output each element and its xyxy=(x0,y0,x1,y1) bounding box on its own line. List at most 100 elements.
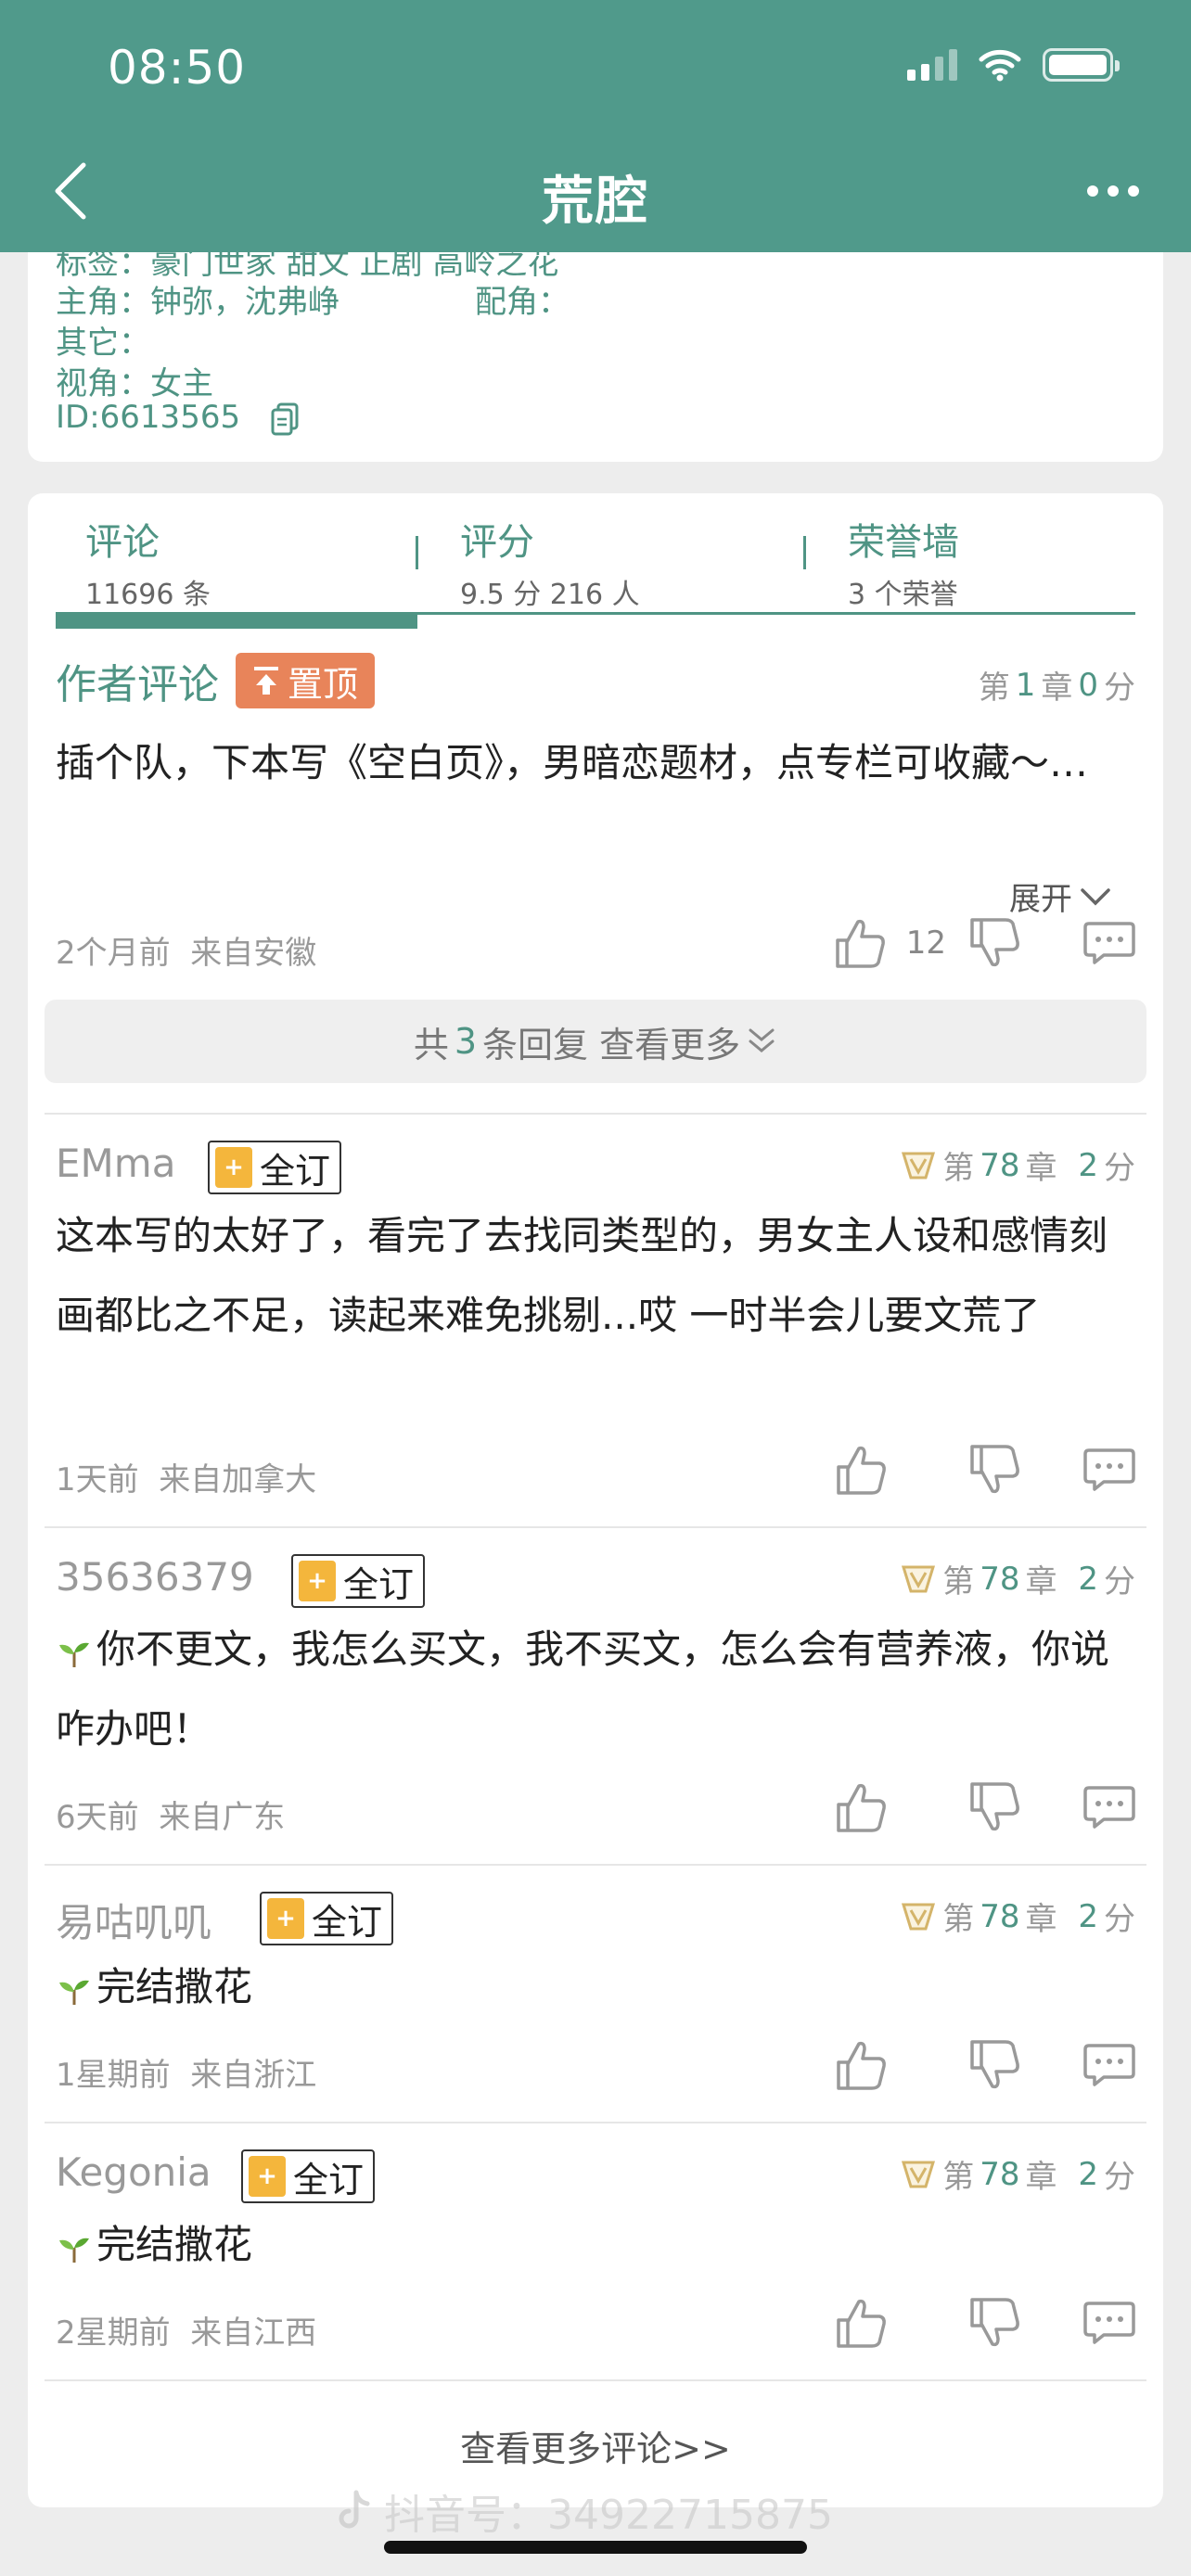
tab-label: 荣誉墙 xyxy=(848,521,959,564)
commenter-name[interactable]: 易咕叽叽 xyxy=(56,1892,211,1948)
lead-roles: 主角：钟弥，沈弗峥 xyxy=(56,276,339,322)
thumb-down-icon[interactable] xyxy=(968,2038,1022,2092)
book-icon: + xyxy=(215,1147,252,1188)
thumb-up-icon[interactable] xyxy=(835,1780,889,1834)
chevron-down-icon xyxy=(1081,887,1110,905)
comment-location: 来自加拿大 xyxy=(159,1461,317,1498)
tab-active-indicator xyxy=(56,615,417,629)
badge-label: 全订 xyxy=(312,1901,383,1943)
badge-label: 全订 xyxy=(260,1150,331,1192)
book-icon: + xyxy=(299,1561,336,1601)
watermark: 抖音号：34922715875 xyxy=(334,2481,833,2541)
tab-label: 评分 xyxy=(460,521,534,564)
full-subscribe-badge: + 全订 xyxy=(208,1141,342,1194)
signal-icon xyxy=(907,49,957,81)
tab-separator xyxy=(803,536,806,569)
status-time: 08:50 xyxy=(108,41,247,95)
commenter-name[interactable]: EMma xyxy=(56,1141,175,1186)
chapter-suffix: 章 xyxy=(1041,670,1073,707)
comment-actions xyxy=(835,2296,1135,2350)
comment-text: 你不更文，我怎么买文，我不买文，怎么会有营养液，你说咋办吧！ xyxy=(56,1626,1110,1752)
thumb-up-icon[interactable] xyxy=(835,2296,889,2350)
page-title: 荒腔 xyxy=(542,172,649,232)
chapter-number: 1 xyxy=(1015,666,1036,704)
comment-icon[interactable] xyxy=(1083,920,1135,966)
comment-icon[interactable] xyxy=(1083,2300,1135,2346)
thumb-down-icon[interactable] xyxy=(968,2296,1022,2350)
chapter-prefix: 第 xyxy=(942,1150,975,1187)
comment-text: 完结撒花 xyxy=(96,1964,253,2009)
thumb-up-icon[interactable] xyxy=(834,916,888,970)
comments-card: 评论 11696 条 评分 9.5 分 216 人 荣誉墙 3 个荣誉 作者评论… xyxy=(28,493,1163,2507)
chapter-number: 78 xyxy=(980,2155,1020,2193)
sprout-icon xyxy=(59,1980,89,2005)
thumb-down-icon[interactable] xyxy=(968,1443,1022,1497)
watermark-text: 抖音号：34922715875 xyxy=(384,2492,833,2539)
thumb-down-icon[interactable] xyxy=(968,1780,1022,1834)
like-count: 12 xyxy=(905,925,946,962)
thumb-down-icon[interactable] xyxy=(968,916,1022,970)
score-number: 2 xyxy=(1078,2155,1098,2193)
tab-ratings[interactable]: 评分 9.5 分 216 人 xyxy=(460,512,640,612)
more-icon[interactable] xyxy=(1087,185,1139,197)
chapter-score: 第 78 章 2分 xyxy=(900,1142,1135,1188)
pin-top-icon xyxy=(253,667,278,695)
commenter-name[interactable]: Kegonia xyxy=(56,2149,211,2195)
score-unit: 分 xyxy=(1104,1150,1135,1187)
full-subscribe-badge: + 全订 xyxy=(241,2149,376,2203)
full-subscribe-badge: + 全订 xyxy=(291,1554,426,1608)
view-more-comments-link[interactable]: 查看更多评论>> xyxy=(28,2420,1163,2471)
wifi-icon xyxy=(979,49,1021,82)
comment-location: 来自浙江 xyxy=(190,2057,317,2094)
reply-suffix: 条回复 查看更多 xyxy=(482,1024,741,1065)
comment-body: 完结撒花 xyxy=(56,1947,1141,2027)
thumb-up-icon[interactable] xyxy=(835,1443,889,1497)
comment-icon[interactable] xyxy=(1083,1784,1135,1830)
sprout-icon xyxy=(59,1642,89,1667)
chapter-prefix: 第 xyxy=(942,2159,975,2196)
divider xyxy=(45,1864,1146,1866)
badge-label: 全订 xyxy=(343,1563,415,1605)
douyin-logo-icon xyxy=(339,2490,370,2529)
comment-location: 来自江西 xyxy=(190,2315,317,2352)
comment-location: 来自安徽 xyxy=(190,935,317,972)
comment-icon[interactable] xyxy=(1083,1447,1135,1493)
lead-value: 钟弥，沈弗峥 xyxy=(150,284,339,321)
comment-time: 2星期前 xyxy=(56,2315,171,2352)
home-indicator[interactable] xyxy=(384,2541,807,2554)
tab-comments[interactable]: 评论 11696 条 xyxy=(85,512,211,612)
chapter-suffix: 章 xyxy=(1025,1150,1057,1187)
vip-diamond-icon xyxy=(902,1152,936,1179)
thumb-up-icon[interactable] xyxy=(835,2038,889,2092)
pinned-badge: 置顶 xyxy=(236,653,375,708)
score-number: 0 xyxy=(1078,666,1098,704)
score-number: 2 xyxy=(1078,1560,1098,1598)
novel-id: ID:6613565 xyxy=(56,399,241,436)
book-icon: + xyxy=(267,1898,304,1939)
expand-button[interactable]: 展开 xyxy=(1009,874,1111,919)
double-chevron-down-icon xyxy=(749,1028,775,1052)
comment-actions xyxy=(835,1443,1135,1497)
tab-honors[interactable]: 荣誉墙 3 个荣誉 xyxy=(848,512,959,612)
support-label: 配角： xyxy=(475,284,570,321)
comment-actions xyxy=(835,1780,1135,1834)
comment-time: 2个月前 xyxy=(56,935,171,972)
chapter-prefix: 第 xyxy=(942,1901,975,1938)
tab-sub: 3 个荣誉 xyxy=(848,579,958,611)
score-number: 2 xyxy=(1078,1897,1098,1935)
divider xyxy=(45,2122,1146,2123)
copy-icon[interactable] xyxy=(271,402,299,436)
pov-label: 视角： xyxy=(56,365,150,402)
chapter-score: 第 78 章 2分 xyxy=(900,1894,1135,1939)
novel-info-card: 标签：豪门世家 甜文 正剧 高岭之花 主角：钟弥，沈弗峥 配角： 其它： 视角：… xyxy=(28,252,1163,462)
comment-icon[interactable] xyxy=(1083,2042,1135,2088)
comment-actions xyxy=(835,2038,1135,2092)
divider xyxy=(45,1113,1146,1115)
chapter-score: 第 78 章 2分 xyxy=(900,2151,1135,2197)
commenter-name[interactable]: 35636379 xyxy=(56,1554,254,1600)
view-replies-button[interactable]: 共 3 条回复 查看更多 xyxy=(45,1000,1146,1083)
divider xyxy=(45,2379,1146,2381)
id-line: ID:6613565 xyxy=(56,399,299,436)
score-unit: 分 xyxy=(1104,1901,1135,1938)
comment-body: 你不更文，我怎么买文，我不买文，怎么会有营养液，你说咋办吧！ xyxy=(56,1610,1141,1769)
